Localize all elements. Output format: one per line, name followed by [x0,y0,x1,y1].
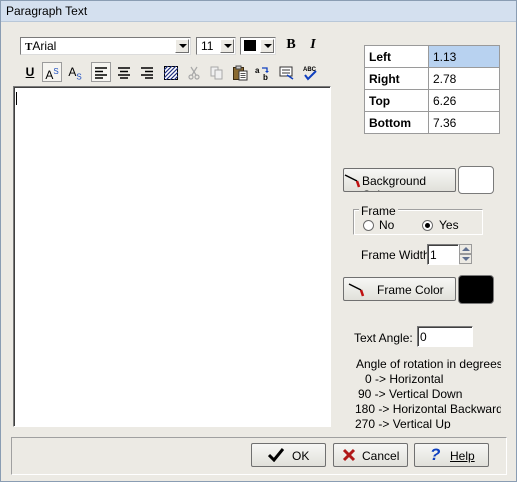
background-color-button[interactable]: Background Color [343,168,456,192]
align-left-button[interactable] [91,62,111,82]
superscript-button[interactable]: AS [42,62,62,82]
position-label-top: Top [364,89,429,112]
close-x-icon [342,448,356,462]
superscript-mark: S [53,67,59,76]
insert-symbol-button[interactable] [277,62,297,82]
font-name-value: Arial [32,39,57,53]
font-size-value: 11 [201,39,214,53]
font-size-select[interactable]: 11 [196,37,236,55]
position-value-bottom[interactable]: 7.36 [428,111,500,134]
cancel-label: Cancel [362,449,400,463]
cancel-button[interactable]: Cancel [333,443,408,467]
paragraph-text-dialog: Paragraph Text TArial 11 B I U AS AS a b… [0,0,517,482]
position-value-left[interactable]: 1.13 [428,45,500,68]
position-label-bottom: Bottom [364,111,429,134]
cut-button[interactable] [184,62,204,82]
text-caret [16,92,17,105]
background-color-swatch[interactable] [458,166,494,194]
frame-yes-label[interactable]: Yes [439,218,459,232]
ok-label: OK [292,449,310,463]
position-row-left: Left 1.13 [364,45,500,68]
spin-up-icon [462,247,470,251]
text-color-swatch [244,40,256,51]
ok-button[interactable]: OK [251,443,326,467]
spin-down-icon [462,257,470,261]
subscript-button[interactable]: AS [65,62,85,82]
angle-help-panel: Angle of rotation in degrees 0 -> Horizo… [341,355,501,429]
frame-width-down-button[interactable] [459,254,472,264]
chevron-down-icon[interactable] [175,39,189,53]
text-angle-input[interactable]: 0 [417,326,473,347]
scissors-icon [188,66,200,80]
frame-width-label: Frame Width [361,248,430,262]
replace-button[interactable]: ab [253,62,273,82]
copy-button[interactable] [207,62,227,82]
text-angle-value: 0 [420,330,427,344]
frame-yes-radio[interactable] [422,220,433,231]
frame-width-value: 1 [430,248,437,262]
position-row-bottom: Bottom 7.36 [364,111,500,134]
find-replace-icon: ab [255,66,269,82]
help-label: Help [450,449,475,463]
frame-color-swatch[interactable] [458,275,494,304]
angle-help-title: Angle of rotation in degrees [356,357,501,371]
background-color-label: Background Color [362,174,427,191]
svg-text:b: b [263,73,268,81]
align-center-button[interactable] [114,62,134,82]
align-left-icon [95,67,107,79]
frame-width-up-button[interactable] [459,244,472,254]
angle-help-line-180: 180 -> Horizontal Backward [355,402,501,416]
title-bar[interactable]: Paragraph Text [1,1,516,22]
hatch-fill-icon [163,65,179,81]
text-angle-label: Text Angle: [354,331,413,345]
chevron-down-icon[interactable] [260,39,274,53]
copy-icon [210,66,223,80]
text-color-select[interactable] [240,37,276,55]
position-row-top: Top 6.26 [364,89,500,112]
window-title: Paragraph Text [6,4,88,18]
font-name-select[interactable]: TArial [20,37,191,55]
italic-button[interactable]: I [303,35,323,55]
svg-text:a: a [255,66,260,75]
position-table: Left 1.13 Right 2.78 Top 6.26 Bottom 7.3… [364,45,500,134]
align-center-icon [118,67,130,79]
position-value-top[interactable]: 6.26 [428,89,500,112]
insert-symbol-icon [279,66,294,80]
clipboard-paste-icon [233,65,248,81]
frame-color-button[interactable]: Frame Color [343,277,456,301]
align-right-button[interactable] [137,62,157,82]
paste-button[interactable] [230,62,250,82]
angle-help-line-90: 90 -> Vertical Down [358,387,463,401]
paragraph-text-editor[interactable] [13,86,331,427]
color-picker-icon [344,174,361,188]
help-button[interactable]: ? Help [414,443,489,467]
subscript-mark: S [76,72,82,82]
frame-no-radio[interactable] [363,220,374,231]
bold-button[interactable]: B [281,35,301,55]
position-row-right: Right 2.78 [364,67,500,90]
position-label-right: Right [364,67,429,90]
frame-width-input[interactable]: 1 [427,244,459,265]
fill-pattern-button[interactable] [161,62,181,82]
spell-check-button[interactable]: ABC [300,62,320,82]
underline-button[interactable]: U [20,62,40,82]
frame-color-label: Frame Color [377,283,444,297]
color-picker-icon [348,283,365,297]
chevron-down-icon[interactable] [220,39,234,53]
angle-help-line-0: 0 -> Horizontal [365,372,444,386]
align-right-icon [141,67,153,79]
frame-group-label: Frame [359,204,398,218]
position-label-left: Left [364,45,429,68]
position-value-right[interactable]: 2.78 [428,67,500,90]
question-mark-icon: ? [430,445,441,464]
spell-check-icon: ABC [303,67,317,81]
frame-no-label[interactable]: No [379,218,394,232]
angle-help-line-270: 270 -> Vertical Up [355,417,451,429]
checkmark-icon [268,448,284,462]
